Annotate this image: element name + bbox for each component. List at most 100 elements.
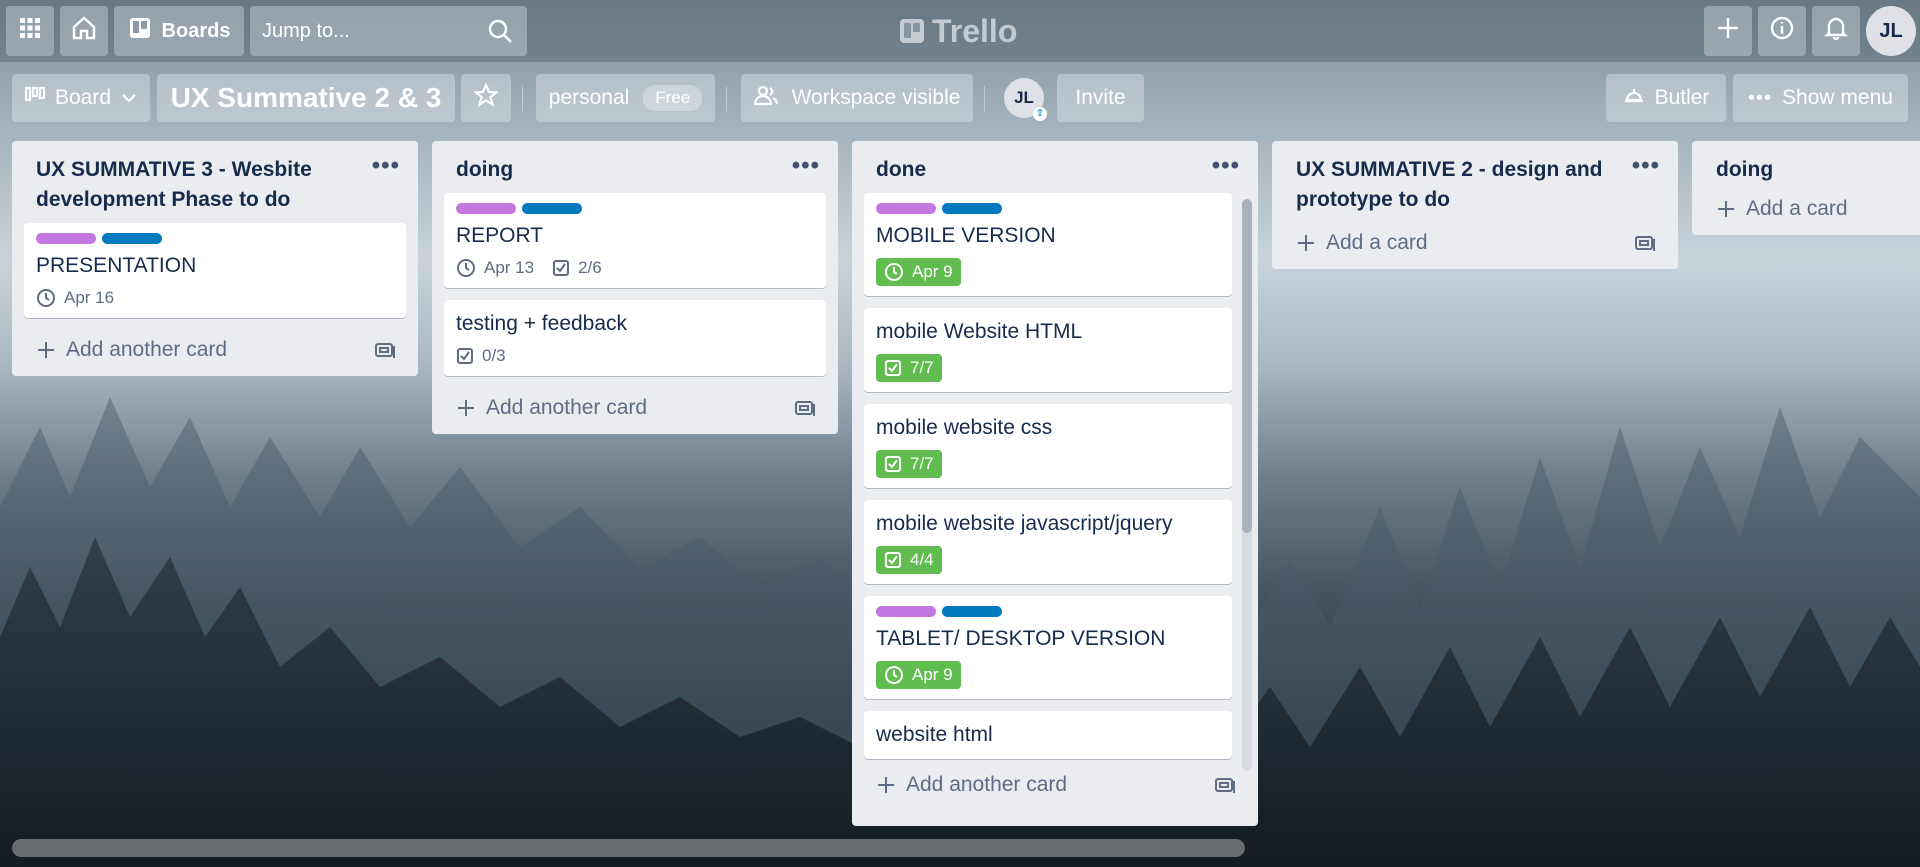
add-card-label: Add another card <box>486 396 648 419</box>
star-board-button[interactable] <box>461 74 511 122</box>
clock-icon <box>37 289 55 307</box>
user-avatar[interactable]: JL <box>1866 6 1916 56</box>
list-doing: doing ••• REPORT Apr 13 2/6 testing + fe… <box>432 141 838 434</box>
card-testing-feedback[interactable]: testing + feedback 0/3 <box>444 300 826 376</box>
trello-logo[interactable]: Trello <box>900 12 1017 50</box>
checklist-badge: 2/6 <box>552 258 602 278</box>
purple-label[interactable] <box>876 203 936 214</box>
list-title: UX SUMMATIVE 2 - design and prototype to… <box>1296 158 1603 211</box>
plus-icon <box>1298 235 1314 251</box>
card-title: mobile website javascript/jquery <box>876 512 1173 535</box>
blue-label[interactable] <box>522 203 582 214</box>
card-title: mobile Website HTML <box>876 320 1083 343</box>
card-title: REPORT <box>456 224 544 247</box>
add-card-label: Add a card <box>1746 197 1848 220</box>
more-dots-icon: ••• <box>1748 86 1773 109</box>
add-card-button[interactable]: Add another card <box>432 388 838 434</box>
card-mobile-website-javascript[interactable]: mobile website javascript/jquery 4/4 <box>864 500 1232 584</box>
create-from-template-icon[interactable] <box>1634 233 1656 253</box>
butler-button[interactable]: Butler <box>1606 74 1726 122</box>
list-done: done ••• MOBILE VERSION Apr 9 mobile Web… <box>852 141 1258 826</box>
card-title: website html <box>876 723 993 746</box>
list-menu-icon[interactable]: ••• <box>1632 151 1660 181</box>
blue-label[interactable] <box>102 233 162 244</box>
list-header[interactable]: done ••• <box>852 141 1258 193</box>
home-button[interactable] <box>60 6 108 56</box>
card-title: TABLET/ DESKTOP VERSION <box>876 627 1166 650</box>
list-scrollbar[interactable] <box>1242 199 1252 771</box>
list-title: doing <box>1716 158 1774 181</box>
card-tablet-desktop-version[interactable]: TABLET/ DESKTOP VERSION Apr 9 <box>864 596 1232 699</box>
info-button[interactable] <box>1758 6 1806 56</box>
list-title: done <box>876 158 927 181</box>
list-menu-icon[interactable]: ••• <box>372 151 400 181</box>
blue-label[interactable] <box>942 606 1002 617</box>
due-date-complete-badge[interactable]: Apr 9 <box>876 661 961 689</box>
list-header[interactable]: UX SUMMATIVE 3 - Wesbite development Pha… <box>12 141 418 223</box>
clock-icon <box>885 666 903 684</box>
board-title[interactable]: UX Summative 2 & 3 <box>157 74 455 122</box>
card-report[interactable]: REPORT Apr 13 2/6 <box>444 193 826 288</box>
search-input[interactable] <box>250 18 484 44</box>
due-date-badge[interactable]: Apr 16 <box>36 288 114 308</box>
list-ux-summative-2: UX SUMMATIVE 2 - design and prototype to… <box>1272 141 1678 269</box>
board-view-switcher[interactable]: Board <box>12 74 150 122</box>
card-scroll-area[interactable]: MOBILE VERSION Apr 9 mobile Website HTML… <box>852 193 1258 765</box>
add-card-button[interactable]: Add a card <box>1692 193 1920 235</box>
apps-grid-icon <box>19 17 41 45</box>
add-card-button[interactable]: Add another card <box>12 330 418 376</box>
blue-label[interactable] <box>942 203 1002 214</box>
create-from-template-icon[interactable] <box>1214 775 1236 795</box>
create-from-template-icon[interactable] <box>374 340 396 360</box>
home-icon <box>71 15 97 47</box>
list-header[interactable]: UX SUMMATIVE 2 - design and prototype to… <box>1272 141 1678 223</box>
due-date-text: Apr 13 <box>484 258 535 277</box>
butler-label: Butler <box>1654 86 1710 109</box>
boards-icon <box>128 16 152 46</box>
divider <box>726 86 727 112</box>
board-horizontal-scrollbar[interactable] <box>12 839 1245 857</box>
list-menu-icon[interactable]: ••• <box>792 151 820 181</box>
divider <box>984 86 985 112</box>
list-header[interactable]: doing <box>1692 141 1920 193</box>
card-mobile-website-css[interactable]: mobile website css 7/7 <box>864 404 1232 488</box>
invite-button[interactable]: Invite <box>1057 74 1144 122</box>
add-card-button[interactable]: Add a card <box>1272 223 1678 269</box>
notifications-button[interactable] <box>1812 6 1860 56</box>
workspace-button[interactable]: personal Free <box>536 74 715 122</box>
card-presentation[interactable]: PRESENTATION Apr 16 <box>24 223 406 318</box>
purple-label[interactable] <box>456 203 516 214</box>
boards-button[interactable]: Boards <box>114 6 244 56</box>
search-box[interactable] <box>250 6 527 56</box>
card-mobile-website-html[interactable]: mobile Website HTML 7/7 <box>864 308 1232 392</box>
due-date-complete-badge[interactable]: Apr 9 <box>876 258 961 286</box>
due-date-badge[interactable]: Apr 13 <box>456 258 534 278</box>
list-menu-icon[interactable]: ••• <box>1212 151 1240 181</box>
purple-label[interactable] <box>876 606 936 617</box>
list-scrollbar-thumb[interactable] <box>1242 199 1252 533</box>
visibility-button[interactable]: Workspace visible <box>741 74 973 122</box>
add-card-button[interactable]: Add another card <box>852 765 1258 811</box>
board-view-label: Board <box>54 86 112 109</box>
list-header[interactable]: doing ••• <box>432 141 838 193</box>
create-from-template-icon[interactable] <box>794 398 816 418</box>
checkbox-icon <box>457 348 473 364</box>
add-card-label: Add another card <box>906 773 1068 796</box>
purple-label[interactable] <box>36 233 96 244</box>
member-avatar[interactable]: JL ⇧ <box>1004 78 1047 121</box>
boards-label: Boards <box>161 19 231 42</box>
card-website-html[interactable]: website html <box>864 711 1232 759</box>
create-button[interactable] <box>1704 6 1752 56</box>
visibility-label: Workspace visible <box>791 86 961 109</box>
checkbox-icon <box>885 552 901 568</box>
checklist-complete-badge: 7/7 <box>876 450 942 478</box>
card-mobile-version[interactable]: MOBILE VERSION Apr 9 <box>864 193 1232 296</box>
show-menu-button[interactable]: ••• Show menu <box>1733 74 1908 122</box>
due-date-text: Apr 9 <box>912 262 953 281</box>
apps-button[interactable] <box>6 6 54 56</box>
plus-icon <box>1716 16 1740 46</box>
plan-badge: Free <box>643 85 703 111</box>
clock-icon <box>457 259 475 277</box>
card-title: MOBILE VERSION <box>876 224 1056 247</box>
list-ux-summative-3: UX SUMMATIVE 3 - Wesbite development Pha… <box>12 141 418 376</box>
